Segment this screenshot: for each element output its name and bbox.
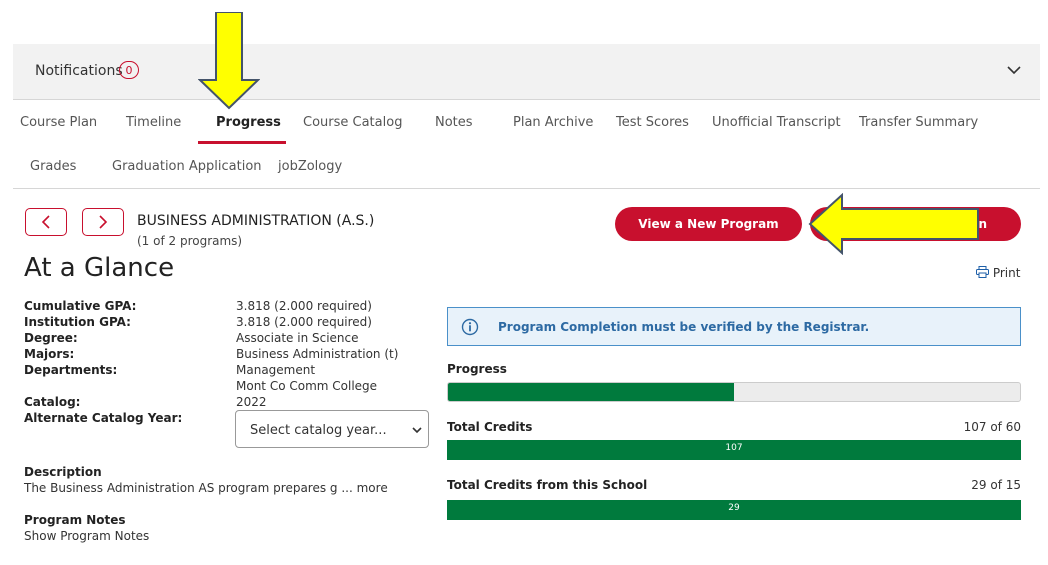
catalog-year-select-value: Select catalog year... [250,423,387,438]
tab-transfer-summary[interactable]: Transfer Summary [859,115,978,130]
progress-bar-fill [448,383,734,401]
chevron-right-icon [99,215,108,229]
school-credits-count: 29 of 15 [971,478,1021,492]
degree-value: Associate in Science [236,331,359,345]
registrar-info-alert: Program Completion must be verified by t… [447,307,1021,346]
down-arrow-annotation-icon [198,12,260,110]
progress-label: Progress [447,362,507,376]
page-title: At a Glance [24,253,175,283]
tab-course-plan[interactable]: Course Plan [20,115,97,130]
chevron-left-icon [41,215,50,229]
majors-value: Business Administration (t) [236,347,399,361]
total-credits-bar-value: 107 [725,443,743,453]
notifications-bar[interactable]: Notifications 0 [13,44,1040,100]
program-count: (1 of 2 programs) [137,234,243,248]
cumulative-gpa-value: 3.818 (2.000 required) [236,299,372,313]
tab-test-scores[interactable]: Test Scores [616,115,689,130]
tab-progress[interactable]: Progress [216,115,281,130]
department-value-2: Mont Co Comm College [236,379,378,393]
tab-course-catalog[interactable]: Course Catalog [303,115,402,130]
majors-label: Majors: [24,347,75,361]
tab-timeline[interactable]: Timeline [126,115,181,130]
registrar-info-text: Program Completion must be verified by t… [498,320,870,334]
departments-label: Departments: [24,363,118,377]
total-credits-count: 107 of 60 [963,420,1021,434]
view-new-program-button[interactable]: View a New Program [615,207,802,241]
tab-jobzology[interactable]: jobZology [278,159,342,174]
alternate-catalog-label: Alternate Catalog Year: [24,411,183,425]
school-credits-bar: 29 [447,500,1021,520]
institution-gpa-label: Institution GPA: [24,315,131,329]
progress-bar [447,382,1021,402]
print-link[interactable]: Print [976,266,1020,280]
tab-notes[interactable]: Notes [435,115,473,130]
degree-label: Degree: [24,331,78,345]
show-program-notes-link[interactable]: Show Program Notes [24,529,149,543]
tab-grades[interactable]: Grades [30,159,76,174]
active-tab-indicator [198,141,286,144]
chevron-down-icon[interactable] [1004,60,1024,80]
cumulative-gpa-label: Cumulative GPA: [24,299,137,313]
left-arrow-annotation-icon [808,193,979,255]
catalog-year-select[interactable]: Select catalog year... [235,410,429,448]
previous-program-button[interactable] [25,208,67,236]
total-credits-label: Total Credits [447,420,533,434]
institution-gpa-value: 3.818 (2.000 required) [236,315,372,329]
program-notes-label: Program Notes [24,513,126,527]
tab-graduation-application[interactable]: Graduation Application [112,159,262,174]
catalog-value: 2022 [236,395,267,409]
info-icon [461,318,479,336]
print-label: Print [992,266,1021,280]
catalog-label: Catalog: [24,395,81,409]
tab-unofficial-transcript[interactable]: Unofficial Transcript [712,115,841,130]
program-title: BUSINESS ADMINISTRATION (A.S.) [137,213,375,229]
school-credits-bar-value: 29 [728,503,740,513]
next-program-button[interactable] [82,208,124,236]
notifications-label: Notifications [35,63,123,79]
tab-plan-archive[interactable]: Plan Archive [513,115,593,130]
chevron-down-icon [412,427,422,434]
description-text[interactable]: The Business Administration AS program p… [24,481,388,495]
total-credits-bar: 107 [447,440,1021,460]
description-label: Description [24,465,102,479]
notifications-count-badge: 0 [119,61,139,79]
printer-icon [976,266,989,278]
tabs-divider [13,188,1040,189]
school-credits-label: Total Credits from this School [447,478,648,492]
department-value-1: Management [236,363,316,377]
